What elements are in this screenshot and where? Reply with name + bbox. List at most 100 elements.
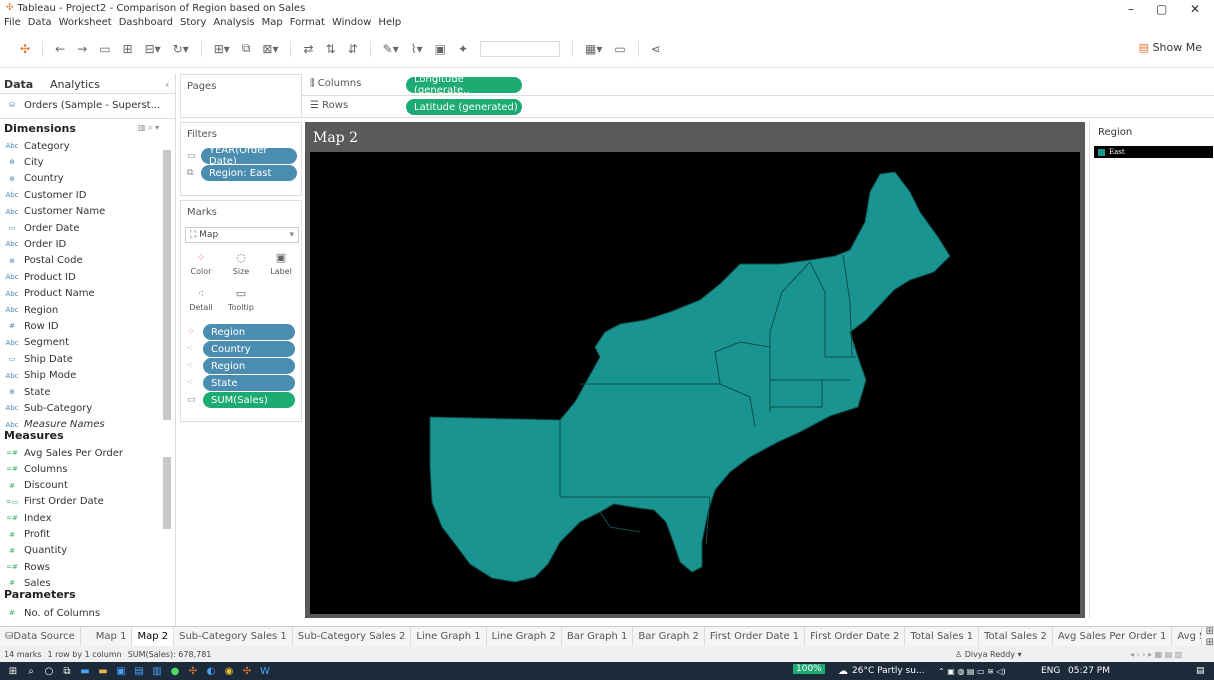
task-view-icon[interactable]: ⧉ bbox=[58, 666, 76, 677]
filter-pill-region[interactable]: Region: East bbox=[201, 165, 297, 181]
clock[interactable]: 05:27 PM bbox=[1068, 666, 1110, 676]
highlight-icon[interactable]: ✎▾ bbox=[383, 42, 399, 56]
field-item[interactable]: ⊕ Postal Code bbox=[4, 254, 83, 268]
fit-dropdown[interactable] bbox=[480, 40, 561, 57]
swap-icon[interactable]: ⇄ bbox=[303, 42, 313, 56]
size-button[interactable]: ◌ Size bbox=[227, 251, 255, 281]
menu-help[interactable]: Help bbox=[378, 17, 401, 28]
measures-scrollbar[interactable] bbox=[163, 457, 171, 529]
clear-sheet-icon[interactable]: ⊠▾ bbox=[262, 42, 278, 56]
save-icon[interactable]: ▭ bbox=[99, 42, 110, 56]
tab-first-order-date-1[interactable]: First Order Date 1 bbox=[705, 626, 806, 647]
back-icon[interactable]: ← bbox=[55, 42, 65, 56]
field-item[interactable]: ⊕ City bbox=[4, 155, 44, 169]
field-item[interactable]: Abc Product ID bbox=[4, 270, 75, 284]
menu-dashboard[interactable]: Dashboard bbox=[119, 17, 173, 28]
sheet-nav-icons[interactable]: ◂ ‹ › ▸ ▦ ▤ ▥ bbox=[1130, 650, 1182, 659]
tab-bar-graph-2[interactable]: Bar Graph 2 bbox=[633, 626, 705, 647]
menu-data[interactable]: Data bbox=[28, 17, 52, 28]
tab-avg-sales-per-order-1[interactable]: Avg Sales Per Order 1 bbox=[1053, 626, 1173, 647]
tab-data-source[interactable]: ⛁ Data Source bbox=[0, 626, 81, 647]
field-item[interactable]: # Quantity bbox=[4, 544, 67, 558]
field-item[interactable]: Abc Product Name bbox=[4, 287, 94, 301]
group-icon[interactable]: ⌇▾ bbox=[411, 42, 423, 56]
marks-pill-region[interactable]: Region bbox=[203, 324, 295, 340]
tab-bar-graph-1[interactable]: Bar Graph 1 bbox=[562, 626, 634, 647]
field-item[interactable]: =# Avg Sales Per Order bbox=[4, 446, 123, 460]
color-button[interactable]: ⁘ Color bbox=[187, 251, 215, 281]
refresh-icon[interactable]: ↻▾ bbox=[173, 42, 189, 56]
panel-collapse-icon[interactable]: ‹ bbox=[165, 78, 169, 91]
tab-avg-sales-per-order-2[interactable]: Avg Sales Per Orde bbox=[1172, 626, 1202, 647]
folder-icon[interactable]: ▬ bbox=[94, 666, 112, 677]
windows-start-icon[interactable]: ⊞ bbox=[4, 666, 22, 677]
field-item[interactable]: Abc Sub-Category bbox=[4, 401, 92, 415]
field-item[interactable]: ▭ Order Date bbox=[4, 221, 80, 235]
tableau-taskbar-icon[interactable]: ✣ bbox=[238, 666, 256, 677]
field-item[interactable]: Abc Ship Mode bbox=[4, 369, 76, 383]
marks-pill-country[interactable]: Country bbox=[203, 341, 295, 357]
tab-sub-category-sales-1[interactable]: Sub-Category Sales 1 bbox=[174, 626, 293, 647]
tab-first-order-date-2[interactable]: First Order Date 2 bbox=[805, 626, 906, 647]
field-item[interactable]: ▭ Ship Date bbox=[4, 352, 73, 366]
menu-map[interactable]: Map bbox=[262, 17, 283, 28]
field-item[interactable]: =# Index bbox=[4, 511, 51, 525]
tab-line-graph-2[interactable]: Line Graph 2 bbox=[487, 626, 562, 647]
menu-window[interactable]: Window bbox=[332, 17, 371, 28]
tab-total-sales-2[interactable]: Total Sales 2 bbox=[979, 626, 1053, 647]
mark-type-dropdown[interactable]: ⛶ Map ▾ bbox=[185, 227, 299, 243]
cortana-icon[interactable]: ○ bbox=[40, 666, 58, 677]
field-item[interactable]: # No. of Columns bbox=[4, 606, 100, 620]
field-item[interactable]: Abc Customer Name bbox=[4, 205, 105, 219]
detail-button[interactable]: ⁖ Detail bbox=[187, 287, 215, 317]
marks-pill-sum-sales[interactable]: SUM(Sales) bbox=[203, 392, 295, 408]
label-icon[interactable]: ▣ bbox=[435, 42, 446, 56]
tab-total-sales-1[interactable]: Total Sales 1 bbox=[905, 626, 980, 647]
field-item[interactable]: =# Columns bbox=[4, 462, 67, 476]
tab-sub-category-sales-2[interactable]: Sub-Category Sales 2 bbox=[293, 626, 412, 647]
weather-text[interactable]: 26°C Partly su... bbox=[852, 666, 925, 676]
app-icon[interactable]: ✣ bbox=[184, 666, 202, 677]
menu-file[interactable]: File bbox=[4, 17, 21, 28]
notification-icon[interactable]: ▤ bbox=[1196, 666, 1205, 676]
tray-icons[interactable]: ⌃ ▣ ◍ ▤ ▭ ≋ ◁) bbox=[938, 667, 1006, 676]
field-item[interactable]: Abc Order ID bbox=[4, 237, 66, 251]
rows-shelf[interactable]: ☰ Rows Latitude (generated) bbox=[302, 96, 1214, 118]
duplicate-sheet-icon[interactable]: ⧉ bbox=[242, 41, 251, 56]
field-item[interactable]: ⊕ State bbox=[4, 385, 50, 399]
tooltip-button[interactable]: ▭ Tooltip bbox=[227, 287, 255, 317]
edge-icon[interactable]: ◐ bbox=[202, 666, 220, 677]
new-worksheet-icon[interactable]: ⊞▾ bbox=[214, 42, 230, 56]
search-icon[interactable]: ▥ ⌕ ▾ bbox=[138, 123, 159, 133]
new-datasource-icon[interactable]: ⊞ bbox=[123, 42, 133, 56]
field-item[interactable]: ⊕ Country bbox=[4, 172, 64, 186]
label-button[interactable]: ▣ Label bbox=[267, 251, 295, 281]
presentation-icon[interactable]: ▭ bbox=[614, 42, 625, 56]
tab-map-1[interactable]: Map 1 bbox=[91, 626, 133, 647]
store-icon[interactable]: ▣ bbox=[112, 666, 130, 677]
menu-analysis[interactable]: Analysis bbox=[213, 17, 254, 28]
field-item[interactable]: # Profit bbox=[4, 528, 50, 542]
tab-map-2[interactable]: Map 2 bbox=[132, 626, 175, 647]
columns-shelf[interactable]: ⫼ Columns Longitude (generate.. bbox=[302, 74, 1214, 96]
columns-pill-longitude[interactable]: Longitude (generate.. bbox=[406, 74, 522, 96]
datasource-item[interactable]: ⛁ Orders (Sample - Superst... bbox=[4, 98, 160, 112]
field-item[interactable]: =# Rows bbox=[4, 560, 50, 574]
chrome-icon[interactable]: ◉ bbox=[220, 666, 238, 677]
file-explorer-icon[interactable]: ▬ bbox=[76, 666, 94, 677]
field-item[interactable]: Abc Region bbox=[4, 303, 58, 317]
new-sheet-icon[interactable]: ⊞ ⊞ bbox=[1206, 626, 1214, 648]
sort-asc-icon[interactable]: ⇅ bbox=[326, 42, 336, 56]
marks-pill-state[interactable]: State bbox=[203, 375, 295, 391]
menu-worksheet[interactable]: Worksheet bbox=[59, 17, 112, 28]
map-canvas[interactable] bbox=[310, 152, 1080, 614]
show-cards-icon[interactable]: ▦▾ bbox=[585, 42, 602, 56]
dimensions-scrollbar[interactable] bbox=[163, 150, 171, 420]
language-indicator[interactable]: ENG bbox=[1041, 666, 1060, 676]
show-me-button[interactable]: ▤ Show Me bbox=[1139, 41, 1202, 54]
field-item[interactable]: =▭ First Order Date bbox=[4, 495, 104, 509]
word-icon[interactable]: W bbox=[256, 666, 274, 677]
forward-icon[interactable]: → bbox=[77, 42, 87, 56]
mail-icon[interactable]: ▤ bbox=[130, 666, 148, 677]
legend-item-east[interactable]: East bbox=[1094, 146, 1213, 158]
